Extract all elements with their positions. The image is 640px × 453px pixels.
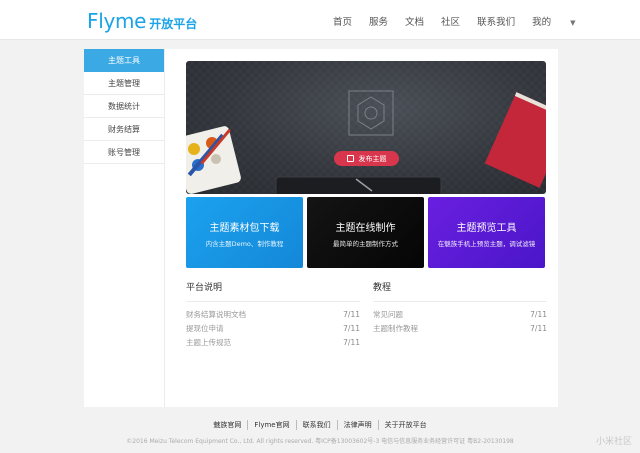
list-item[interactable]: 提现位申请 7/11 — [186, 322, 360, 336]
sidebar: 主题工具 主题管理 数据统计 财务结算 账号管理 — [84, 49, 165, 407]
list-title: 平台说明 — [186, 280, 360, 302]
list-item-text: 常见问题 — [373, 310, 403, 319]
caret-down-icon: ▼ — [570, 19, 576, 27]
paint-palette-icon — [186, 126, 241, 194]
list-item-text: 提现位申请 — [186, 324, 224, 333]
publish-theme-label: 发布主题 — [358, 154, 387, 163]
nav-services[interactable]: 服务 — [369, 14, 388, 28]
platform-notes-list: 平台说明 财务结算说明文档 7/11 提现位申请 7/11 主题上传规范 7/1… — [186, 280, 360, 350]
nav-docs[interactable]: 文档 — [405, 14, 424, 28]
logo-word: Flyme — [87, 9, 147, 33]
tile-subtitle: 最简单的主题制作方式 — [333, 240, 398, 248]
sidebar-item-finance[interactable]: 财务结算 — [84, 118, 164, 141]
hexagon-logo-icon — [348, 90, 394, 136]
drawing-tablet-icon — [275, 176, 442, 194]
list-item-date: 7/11 — [343, 338, 360, 347]
list-item[interactable]: 主题制作教程 7/11 — [373, 322, 547, 336]
list-item-text: 财务结算说明文档 — [186, 310, 246, 319]
flyme-logo[interactable]: Flyme 开放平台 — [87, 9, 197, 33]
list-item[interactable]: 主题上传规范 7/11 — [186, 336, 360, 350]
list-title: 教程 — [373, 280, 547, 302]
nav-user-menu[interactable]: 我的 ▼ — [532, 14, 592, 28]
content-panel: 主题工具 主题管理 数据统计 财务结算 账号管理 发布主题 主题素材包下载 内含… — [84, 49, 558, 407]
copyright-text: ©2016 Meizu Telecom Equipment Co., Ltd. … — [126, 438, 514, 445]
footer-link-legal[interactable]: 法律声明 — [336, 420, 378, 430]
tile-subtitle: 内含主题Demo、制作教程 — [205, 240, 284, 248]
list-item-date: 7/11 — [530, 324, 547, 333]
list-item-date: 7/11 — [530, 310, 547, 319]
nav-contact[interactable]: 联系我们 — [477, 14, 515, 28]
sidebar-item-theme-management[interactable]: 主题管理 — [84, 72, 164, 95]
watermark-text: 小米社区 — [595, 437, 632, 447]
list-item[interactable]: 常见问题 7/11 — [373, 308, 547, 322]
tile-title: 主题预览工具 — [456, 223, 517, 234]
footer-link-contact[interactable]: 联系我们 — [295, 420, 337, 430]
sidebar-item-account[interactable]: 账号管理 — [84, 141, 164, 164]
list-item-text: 主题上传规范 — [186, 338, 231, 347]
footer-links: 魅族官网 Flyme官网 联系我们 法律声明 关于开放平台 — [0, 420, 640, 430]
list-item-date: 7/11 — [343, 324, 360, 333]
footer-link-meizu[interactable]: 魅族官网 — [207, 420, 247, 430]
tile-title: 主题在线制作 — [335, 223, 396, 234]
hero-banner: 发布主题 — [186, 61, 546, 194]
hero-illustration — [186, 90, 546, 194]
top-header: Flyme 开放平台 首页 服务 文档 社区 联系我们 我的 ▼ — [0, 0, 640, 40]
nav-user-label: 我的 — [532, 17, 552, 28]
sidebar-item-theme-tools[interactable]: 主题工具 — [84, 49, 164, 72]
list-item-text: 主题制作教程 — [373, 324, 418, 333]
page-footer: 魅族官网 Flyme官网 联系我们 法律声明 关于开放平台 ©2016 Meiz… — [0, 420, 640, 445]
tutorials-list: 教程 常见问题 7/11 主题制作教程 7/11 — [373, 280, 547, 336]
logo-subtitle: 开放平台 — [149, 17, 198, 31]
sidebar-item-statistics[interactable]: 数据统计 — [84, 95, 164, 118]
tile-subtitle: 在魅族手机上预览主题，调试滤镜 — [437, 240, 536, 248]
edit-icon — [346, 155, 354, 162]
tile-online-maker[interactable]: 主题在线制作 最简单的主题制作方式 — [307, 197, 424, 268]
tile-title: 主题素材包下载 — [209, 223, 280, 234]
list-item-date: 7/11 — [343, 310, 360, 319]
nav-community[interactable]: 社区 — [441, 14, 460, 28]
footer-link-about[interactable]: 关于开放平台 — [377, 420, 433, 430]
nav-home[interactable]: 首页 — [333, 14, 352, 28]
red-notebook-icon — [484, 92, 546, 188]
tile-preview-tool[interactable]: 主题预览工具 在魅族手机上预览主题，调试滤镜 — [428, 197, 545, 268]
tile-material-download[interactable]: 主题素材包下载 内含主题Demo、制作教程 — [186, 197, 303, 268]
main-nav: 首页 服务 文档 社区 联系我们 我的 ▼ — [333, 14, 609, 28]
publish-theme-button[interactable]: 发布主题 — [334, 151, 399, 166]
footer-link-flyme[interactable]: Flyme官网 — [247, 420, 295, 430]
list-item[interactable]: 财务结算说明文档 7/11 — [186, 308, 360, 322]
